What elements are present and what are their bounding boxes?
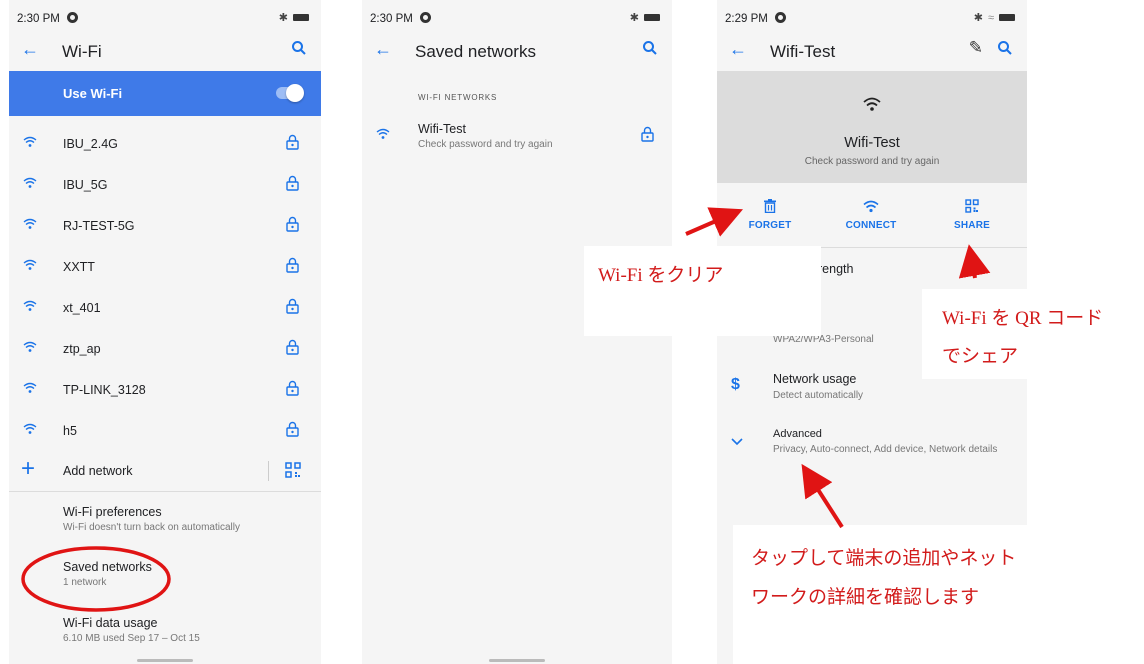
annotation-arrows: [685, 207, 991, 529]
arrow-to-advanced: [801, 463, 844, 529]
arrow-to-forget: [685, 207, 744, 237]
arrow-to-share: [958, 244, 991, 279]
